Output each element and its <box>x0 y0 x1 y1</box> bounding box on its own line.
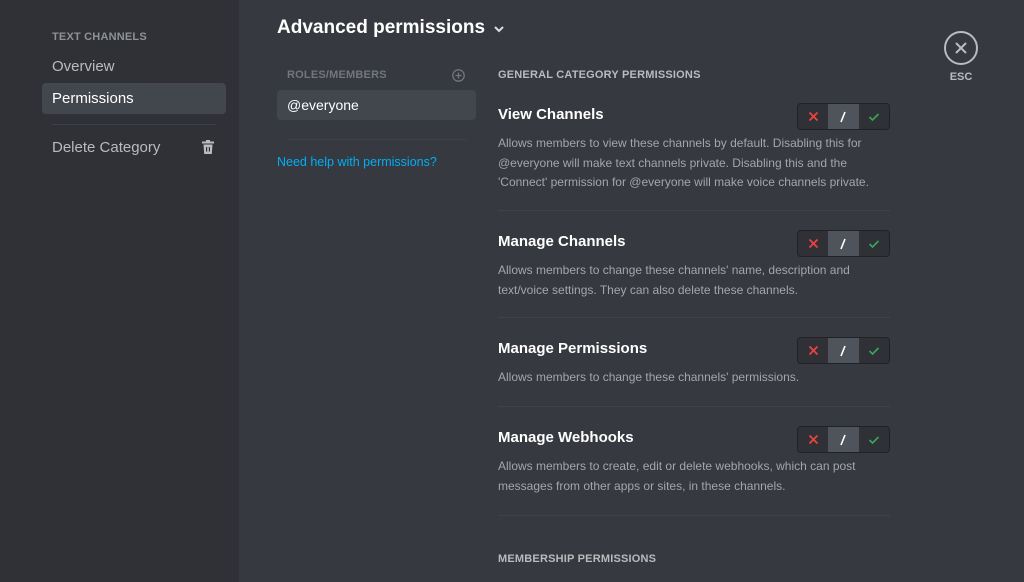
permission-tristate-toggle <box>797 230 890 257</box>
esc-label: ESC <box>949 71 973 83</box>
deny-button[interactable] <box>798 427 828 452</box>
slash-icon <box>840 111 847 122</box>
chevron-down-icon[interactable] <box>492 24 506 34</box>
allow-button[interactable] <box>859 338 889 363</box>
neutral-button[interactable] <box>828 338 859 363</box>
delete-category-label: Delete Category <box>52 139 161 156</box>
permission-title: Manage Webhooks <box>498 429 634 446</box>
section-header-general: GENERAL CATEGORY PERMISSIONS <box>498 69 701 81</box>
permission-description: Allows members to change these channels'… <box>498 370 800 384</box>
check-icon <box>868 239 879 248</box>
x-icon <box>808 238 818 249</box>
x-icon <box>808 111 818 122</box>
allow-button[interactable] <box>859 231 889 256</box>
permission-divider <box>498 210 890 211</box>
trash-icon <box>202 140 214 154</box>
check-icon <box>868 435 879 444</box>
sidebar-item-permissions[interactable]: Permissions <box>42 83 226 114</box>
permission-divider <box>498 515 890 516</box>
sidebar-header: TEXT CHANNELS <box>52 31 147 43</box>
roles-members-header: ROLES/MEMBERS <box>287 69 387 81</box>
deny-button[interactable] <box>798 231 828 256</box>
close-button[interactable] <box>944 31 978 65</box>
allow-button[interactable] <box>859 104 889 129</box>
roles-divider <box>287 139 467 140</box>
permission-description: Allows members to change these channels'… <box>498 263 850 297</box>
deny-button[interactable] <box>798 104 828 129</box>
slash-icon <box>840 434 847 445</box>
permission-title: Manage Permissions <box>498 340 648 357</box>
neutral-button[interactable] <box>828 104 859 129</box>
allow-button[interactable] <box>859 427 889 452</box>
check-icon <box>868 112 879 121</box>
settings-sidebar: TEXT CHANNELS Overview Permissions Delet… <box>0 0 239 582</box>
neutral-button[interactable] <box>828 427 859 452</box>
slash-icon <box>840 238 847 249</box>
permission-title: Manage Channels <box>498 233 626 250</box>
permission-tristate-toggle <box>797 103 890 130</box>
sidebar-item-overview[interactable]: Overview <box>42 51 226 82</box>
permission-divider <box>498 317 890 318</box>
delete-category-button[interactable]: Delete Category <box>42 132 226 163</box>
neutral-button[interactable] <box>828 231 859 256</box>
permission-description: Allows members to view these channels by… <box>498 136 869 189</box>
permission-tristate-toggle <box>797 426 890 453</box>
help-permissions-link[interactable]: Need help with permissions? <box>277 155 437 169</box>
x-icon <box>808 434 818 445</box>
permission-title: View Channels <box>498 106 604 123</box>
role-item-everyone[interactable]: @everyone <box>277 90 476 120</box>
permission-tristate-toggle <box>797 337 890 364</box>
section-header-membership: MEMBERSHIP PERMISSIONS <box>498 553 657 565</box>
permission-divider <box>498 406 890 407</box>
x-icon <box>808 345 818 356</box>
slash-icon <box>840 345 847 356</box>
sidebar-divider <box>52 124 216 125</box>
close-icon <box>955 42 967 54</box>
deny-button[interactable] <box>798 338 828 363</box>
check-icon <box>868 346 879 355</box>
permission-description: Allows members to create, edit or delete… <box>498 459 856 493</box>
add-role-icon[interactable] <box>452 69 465 82</box>
page-title: Advanced permissions <box>277 17 486 38</box>
